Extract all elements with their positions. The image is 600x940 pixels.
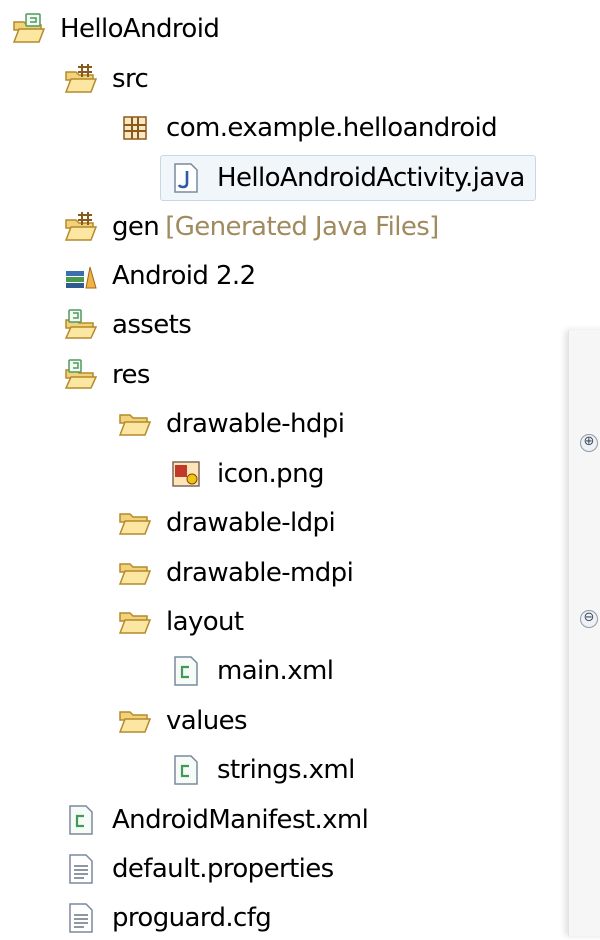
tree-node-gen[interactable]: gen [Generated Java Files]: [64, 205, 439, 249]
folder-icon: [64, 358, 98, 392]
tree-label: main.xml: [217, 656, 334, 686]
java-file-icon: [169, 161, 203, 195]
tree-label: HelloAndroidActivity.java: [217, 163, 525, 193]
text-file-icon: [64, 852, 98, 886]
xml-file-icon: [64, 803, 98, 837]
tree-label: AndroidManifest.xml: [112, 805, 369, 835]
folder-open-icon: [118, 556, 152, 590]
tree-node-src[interactable]: src: [64, 57, 149, 101]
tree-label: icon.png: [217, 459, 324, 489]
tree-node-default-properties[interactable]: default.properties: [64, 847, 334, 891]
tree-label: gen: [112, 212, 160, 242]
folder-open-icon: [118, 407, 152, 441]
project-folder-icon: [12, 12, 46, 46]
tree-label: Android 2.2: [112, 261, 256, 291]
tree-label: values: [166, 706, 248, 736]
tree-decoration: [Generated Java Files]: [165, 212, 439, 242]
tree-label: src: [112, 64, 149, 94]
tree-node-drawable-hdpi[interactable]: drawable-hdpi: [118, 402, 345, 446]
tree-node-main-xml[interactable]: main.xml: [169, 649, 334, 693]
tree-label: com.example.helloandroid: [166, 113, 498, 143]
tree-node-drawable-mdpi[interactable]: drawable-mdpi: [118, 551, 354, 595]
tree-label: HelloAndroid: [60, 14, 220, 44]
tree-node-drawable-ldpi[interactable]: drawable-ldpi: [118, 501, 336, 545]
text-file-icon: [64, 901, 98, 935]
tree-node-java-file[interactable]: HelloAndroidActivity.java: [160, 155, 536, 201]
side-panel: [568, 330, 600, 936]
tree-label: strings.xml: [217, 755, 355, 785]
folder-open-icon: [118, 704, 152, 738]
tree-label: proguard.cfg: [112, 903, 272, 933]
tree-label: drawable-mdpi: [166, 558, 354, 588]
image-file-icon: [169, 457, 203, 491]
expand-toggle-icon[interactable]: ⊕: [580, 434, 598, 452]
collapse-toggle-icon[interactable]: ⊖: [580, 610, 598, 628]
project-explorer-tree: HelloAndroid src com.example.helloandroi…: [0, 0, 600, 936]
tree-node-icon-png[interactable]: icon.png: [169, 452, 324, 496]
tree-node-project[interactable]: HelloAndroid: [12, 7, 220, 51]
tree-label: layout: [166, 607, 244, 637]
library-icon: [64, 259, 98, 293]
tree-node-res[interactable]: res: [64, 353, 150, 397]
tree-label: drawable-ldpi: [166, 508, 336, 538]
tree-node-manifest[interactable]: AndroidManifest.xml: [64, 798, 369, 842]
tree-label: res: [112, 360, 150, 390]
tree-node-proguard[interactable]: proguard.cfg: [64, 896, 272, 940]
folder-icon: [64, 308, 98, 342]
tree-label: default.properties: [112, 854, 334, 884]
tree-node-layout[interactable]: layout: [118, 600, 244, 644]
package-icon: [118, 111, 152, 145]
tree-node-values[interactable]: values: [118, 699, 248, 743]
tree-node-android-library[interactable]: Android 2.2: [64, 254, 256, 298]
xml-file-icon: [169, 753, 203, 787]
tree-label: assets: [112, 310, 192, 340]
folder-open-icon: [118, 605, 152, 639]
tree-node-assets[interactable]: assets: [64, 303, 192, 347]
tree-node-strings-xml[interactable]: strings.xml: [169, 748, 355, 792]
source-folder-icon: [64, 62, 98, 96]
xml-file-icon: [169, 654, 203, 688]
source-folder-icon: [64, 210, 98, 244]
tree-node-package[interactable]: com.example.helloandroid: [118, 106, 498, 150]
tree-label: drawable-hdpi: [166, 409, 345, 439]
folder-open-icon: [118, 506, 152, 540]
